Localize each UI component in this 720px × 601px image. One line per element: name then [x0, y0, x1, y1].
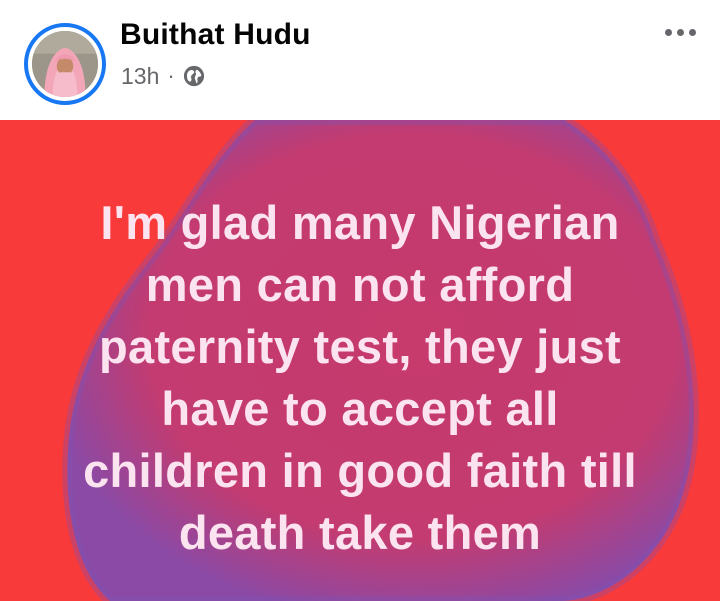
post-timestamp[interactable]: 13h — [121, 63, 159, 90]
post-text-line: have to accept all — [161, 382, 559, 435]
profile-photo — [32, 31, 98, 97]
post-background-card: I'm glad many Nigerian men can not affor… — [0, 120, 720, 601]
post-text-line: children in good faith till — [83, 444, 637, 497]
post-header: Buithat Hudu 13h · — [0, 0, 720, 120]
author-name[interactable]: Buithat Hudu — [120, 18, 311, 52]
more-options-button[interactable] — [658, 18, 702, 46]
meta-separator: · — [167, 63, 175, 88]
more-options-icon — [662, 28, 698, 36]
post-text-line: paternity test, they just — [99, 320, 621, 373]
post-text-line: I'm glad many Nigerian — [100, 196, 620, 249]
post-text: I'm glad many Nigerian men can not affor… — [40, 192, 680, 564]
facebook-post: Buithat Hudu 13h · I'm glad many Nigeria… — [0, 0, 720, 601]
globe-icon[interactable] — [183, 65, 205, 87]
post-text-line: death take them — [178, 506, 542, 559]
profile-photo-image — [32, 31, 98, 97]
post-text-line: men can not afford — [145, 258, 575, 311]
avatar[interactable] — [24, 23, 106, 105]
post-meta: 13h · — [121, 62, 205, 90]
